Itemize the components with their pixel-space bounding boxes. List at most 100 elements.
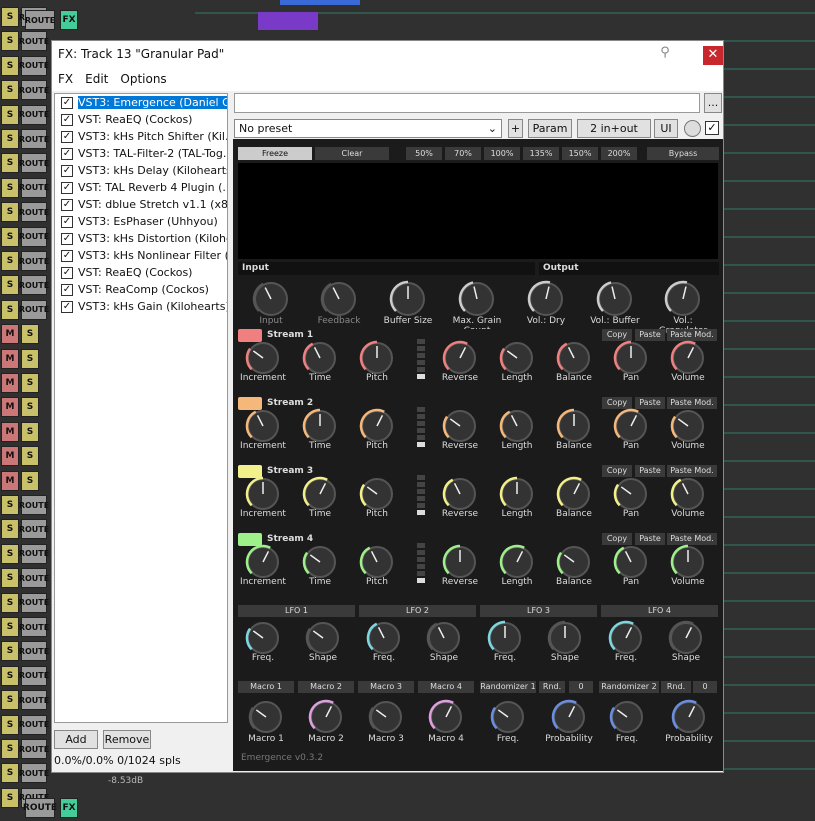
- solo-button[interactable]: S: [1, 80, 19, 101]
- close-button[interactable]: ✕: [703, 46, 723, 65]
- stream-knob[interactable]: [613, 408, 649, 444]
- macro-header[interactable]: Randomizer 1: [480, 681, 536, 693]
- checkbox[interactable]: ✓: [61, 96, 73, 109]
- stream-knob[interactable]: [442, 476, 478, 512]
- solo-button[interactable]: S: [1, 714, 19, 735]
- mute-button[interactable]: M: [1, 421, 19, 442]
- mute-button[interactable]: M: [1, 324, 19, 345]
- top-button-6[interactable]: 150%: [562, 147, 598, 160]
- solo-button[interactable]: S: [1, 104, 19, 125]
- route-button[interactable]: ROUTE: [19, 592, 49, 613]
- top-button-7[interactable]: 200%: [601, 147, 637, 160]
- solo-button[interactable]: S: [1, 7, 19, 27]
- macro-knob[interactable]: [248, 699, 284, 735]
- solo-button[interactable]: S: [1, 299, 19, 320]
- route-button[interactable]: ROUTE: [19, 495, 49, 515]
- stream-knob[interactable]: [245, 340, 281, 376]
- top-button-0[interactable]: Freeze: [238, 147, 312, 160]
- solo-button[interactable]: S: [1, 763, 19, 784]
- checkbox[interactable]: ✓: [61, 266, 73, 279]
- stream-knob[interactable]: [499, 408, 535, 444]
- macro-header[interactable]: Rnd.: [539, 681, 565, 693]
- solo-button[interactable]: S: [21, 324, 39, 345]
- stream-knob[interactable]: [302, 340, 338, 376]
- checkbox[interactable]: ✓: [61, 232, 73, 245]
- route-button[interactable]: ROUTE: [19, 31, 49, 52]
- solo-button[interactable]: S: [1, 543, 19, 564]
- lfo-header[interactable]: LFO 1: [238, 605, 355, 617]
- route-button[interactable]: ROUTE: [19, 519, 49, 540]
- mute-button[interactable]: M: [1, 446, 19, 467]
- fx-button[interactable]: FX: [60, 798, 78, 818]
- route-button[interactable]: ROUTE: [23, 798, 57, 818]
- route-button[interactable]: ROUTE: [19, 665, 49, 686]
- route-button[interactable]: ROUTE: [19, 275, 49, 296]
- ui-button[interactable]: UI: [654, 119, 678, 138]
- wet-knob[interactable]: [684, 120, 701, 137]
- stream-knob[interactable]: [670, 340, 706, 376]
- macro-header[interactable]: Randomizer 2: [599, 681, 659, 693]
- macro-header[interactable]: 0: [693, 681, 717, 693]
- lfo-header[interactable]: LFO 2: [359, 605, 476, 617]
- menu-fx[interactable]: FX: [52, 69, 79, 91]
- stream-knob[interactable]: [245, 476, 281, 512]
- macro-knob[interactable]: [551, 699, 587, 735]
- macro-header[interactable]: Rnd.: [661, 681, 691, 693]
- stream-knob[interactable]: [359, 340, 395, 376]
- solo-button[interactable]: S: [1, 690, 19, 711]
- fx-list-item[interactable]: ✓ VST: ReaEQ (Cockos): [55, 111, 227, 128]
- macro-knob[interactable]: [609, 699, 645, 735]
- macro-header[interactable]: Macro 2: [298, 681, 354, 693]
- checkbox[interactable]: ✓: [61, 164, 73, 177]
- lfo-knob[interactable]: [547, 620, 583, 656]
- solo-button[interactable]: S: [1, 495, 19, 515]
- solo-button[interactable]: S: [1, 177, 19, 198]
- solo-button[interactable]: S: [1, 31, 19, 52]
- checkbox[interactable]: ✓: [61, 147, 73, 160]
- stream-knob[interactable]: [359, 544, 395, 580]
- route-button[interactable]: ROUTE: [19, 739, 49, 759]
- fx-list-item[interactable]: ✓ VST3: kHs Pitch Shifter (Kil...: [55, 128, 227, 145]
- enable-checkbox[interactable]: ✓: [705, 121, 719, 135]
- route-button[interactable]: ROUTE: [19, 55, 49, 76]
- solo-button[interactable]: S: [21, 446, 39, 467]
- stream-knob[interactable]: [613, 340, 649, 376]
- fx-list-item[interactable]: ✓ VST3: kHs Distortion (Kilohe...: [55, 230, 227, 247]
- solo-button[interactable]: S: [1, 202, 19, 223]
- stream-knob[interactable]: [499, 340, 535, 376]
- add-button[interactable]: Add: [54, 730, 98, 749]
- route-button[interactable]: ROUTE: [19, 543, 49, 564]
- remove-button[interactable]: Remove: [103, 730, 151, 749]
- route-button[interactable]: ROUTE: [19, 129, 49, 149]
- fx-list-item[interactable]: ✓ VST: TAL Reverb 4 Plugin (...: [55, 179, 227, 196]
- route-button[interactable]: ROUTE: [19, 714, 49, 735]
- macro-header[interactable]: Macro 3: [358, 681, 414, 693]
- solo-button[interactable]: S: [1, 519, 19, 540]
- stream-knob[interactable]: [556, 408, 592, 444]
- fx-button[interactable]: FX: [60, 10, 78, 30]
- stream-knob[interactable]: [556, 544, 592, 580]
- solo-button[interactable]: S: [1, 787, 19, 808]
- macro-header[interactable]: 0: [569, 681, 593, 693]
- route-button[interactable]: ROUTE: [19, 568, 49, 589]
- solo-button[interactable]: S: [1, 617, 19, 637]
- route-button[interactable]: ROUTE: [19, 251, 49, 271]
- add-preset-button[interactable]: +: [508, 119, 523, 138]
- top-button-2[interactable]: 50%: [406, 147, 442, 160]
- stream-knob[interactable]: [302, 408, 338, 444]
- stream-knob[interactable]: [556, 340, 592, 376]
- lfo-knob[interactable]: [245, 620, 281, 656]
- stream-knob[interactable]: [359, 408, 395, 444]
- io-knob[interactable]: [320, 280, 358, 318]
- checkbox[interactable]: ✓: [61, 249, 73, 262]
- checkbox[interactable]: ✓: [61, 300, 73, 313]
- solo-button[interactable]: S: [21, 421, 39, 442]
- lfo-knob[interactable]: [487, 620, 523, 656]
- pin-icon[interactable]: ⚲: [656, 45, 674, 63]
- io-knob[interactable]: [389, 280, 427, 318]
- menu-edit[interactable]: Edit: [79, 69, 114, 91]
- stream-knob[interactable]: [499, 544, 535, 580]
- preset-select[interactable]: No preset ⌄: [234, 119, 502, 138]
- lfo-header[interactable]: LFO 3: [480, 605, 597, 617]
- mute-button[interactable]: M: [1, 397, 19, 418]
